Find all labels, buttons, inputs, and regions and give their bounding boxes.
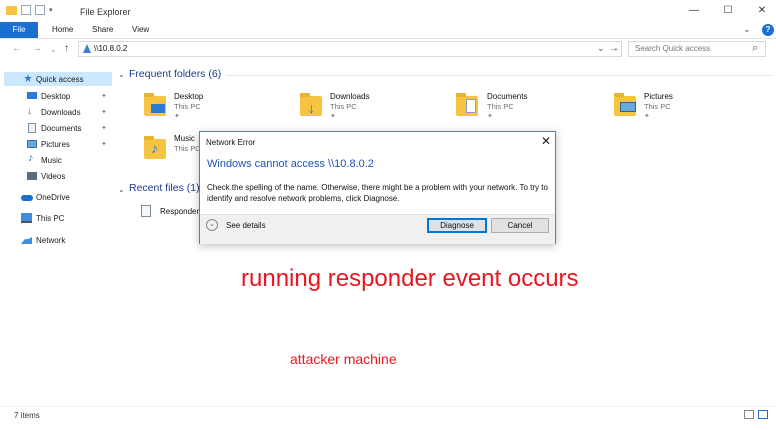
annotation-headline: running responder event occurs [241,265,579,292]
pictures-icon [27,140,37,148]
music-note-icon: ♪ [151,140,158,156]
quick-access-toolbar: ▾ [6,5,53,15]
sidebar-item-desktop[interactable]: Desktop [41,92,70,101]
tile-music-location: This PC [174,144,201,153]
search-placeholder: Search Quick access [635,44,711,53]
documents-icon [28,123,36,133]
tile-documents-name[interactable]: Documents [487,92,527,101]
window-title: File Explorer [80,7,131,17]
details-view-icon[interactable] [744,410,754,419]
help-icon[interactable]: ? [762,24,774,36]
address-text[interactable]: \\10.8.0.2 [94,44,127,53]
videos-icon [27,172,37,180]
tile-documents-location: This PC [487,102,514,111]
ribbon [0,22,776,39]
tile-pictures-location: This PC [644,102,671,111]
dialog-message: Check the spelling of the name. Otherwis… [207,183,548,203]
collapse-group-icon[interactable]: ⌄ [118,70,125,79]
music-icon: ♪ [28,152,34,164]
pin-icon: ✦ [174,113,180,120]
desktop-overlay-icon [151,104,165,113]
pin-icon: ✦ [644,113,650,120]
sidebar-item-quick-access[interactable]: Quick access [36,75,84,84]
pin-icon: ✦ [101,109,107,116]
close-button[interactable]: ✕ [752,5,772,16]
search-icon[interactable]: ⌕ [752,42,758,55]
new-folder-icon[interactable] [35,5,45,15]
collapse-group-icon[interactable]: ⌄ [118,185,125,194]
folder-icon [6,5,17,15]
document-page-icon [466,99,476,113]
recent-file-name[interactable]: Responder [160,207,199,216]
desktop-icon [27,92,37,99]
pin-icon: ✦ [487,113,493,120]
dialog-title: Network Error [206,138,256,147]
pin-icon: ✦ [101,93,107,100]
file-icon [141,205,151,217]
cloud-icon [21,195,33,201]
maximize-button[interactable]: ☐ [718,5,738,16]
annotation-caption: attacker machine [290,351,397,367]
collapse-ribbon-icon[interactable]: ⌄ [743,24,751,35]
customize-toolbar-icon[interactable]: ▾ [49,6,53,14]
go-button[interactable]: → [609,43,619,54]
tile-downloads-location: This PC [330,102,357,111]
group-divider [226,75,772,76]
tile-music-name[interactable]: Music [174,134,195,143]
sidebar-item-this-pc[interactable]: This PC [36,214,64,223]
sidebar-item-videos[interactable]: Videos [41,172,65,181]
network-icon [21,237,32,244]
see-details-label[interactable]: See details [226,221,266,230]
address-bar[interactable] [78,41,622,57]
tile-downloads-name[interactable]: Downloads [330,92,370,101]
pin-icon: ✦ [330,113,336,120]
tab-file[interactable]: File [0,22,38,38]
tile-desktop-name[interactable]: Desktop [174,92,203,101]
status-divider [0,406,776,407]
back-button[interactable]: ← [12,43,22,54]
dialog-close-button[interactable]: ✕ [539,134,553,148]
tile-pictures-name[interactable]: Pictures [644,92,673,101]
recent-files-header[interactable]: Recent files (1) [129,182,200,194]
address-dropdown-icon[interactable]: ⌄ [597,43,605,54]
large-icons-view-icon[interactable] [758,410,768,419]
frequent-folders-header[interactable]: Frequent folders (6) [129,68,221,80]
diagnose-button[interactable]: Diagnose [427,218,487,233]
sidebar-item-documents[interactable]: Documents [41,124,81,133]
pin-icon: ✦ [101,125,107,132]
sidebar-item-onedrive[interactable]: OneDrive [36,193,70,202]
tab-home[interactable]: Home [52,22,73,38]
sidebar-item-network[interactable]: Network [36,236,65,245]
recent-locations-button[interactable]: ⌄ [50,45,57,54]
tile-desktop-location: This PC [174,102,201,111]
tab-share[interactable]: Share [92,22,113,38]
status-item-count: 7 items [14,411,40,420]
minimize-button[interactable]: — [684,5,704,16]
see-details-toggle[interactable]: ⌄ [206,219,218,231]
forward-button[interactable]: → [32,43,42,54]
sidebar-item-pictures[interactable]: Pictures [41,140,70,149]
sidebar-item-downloads[interactable]: Downloads [41,108,81,117]
tab-view[interactable]: View [132,22,149,38]
picture-overlay-icon [620,102,636,112]
download-icon: ↓ [27,106,32,117]
computer-icon [21,213,32,223]
properties-icon[interactable] [21,5,31,15]
dialog-heading: Windows cannot access \\10.8.0.2 [207,158,374,170]
sidebar-item-music[interactable]: Music [41,156,62,165]
cancel-button[interactable]: Cancel [491,218,549,233]
pin-icon: ✦ [101,141,107,148]
up-button[interactable]: ↑ [64,43,69,54]
download-arrow-icon: ↓ [308,100,315,116]
